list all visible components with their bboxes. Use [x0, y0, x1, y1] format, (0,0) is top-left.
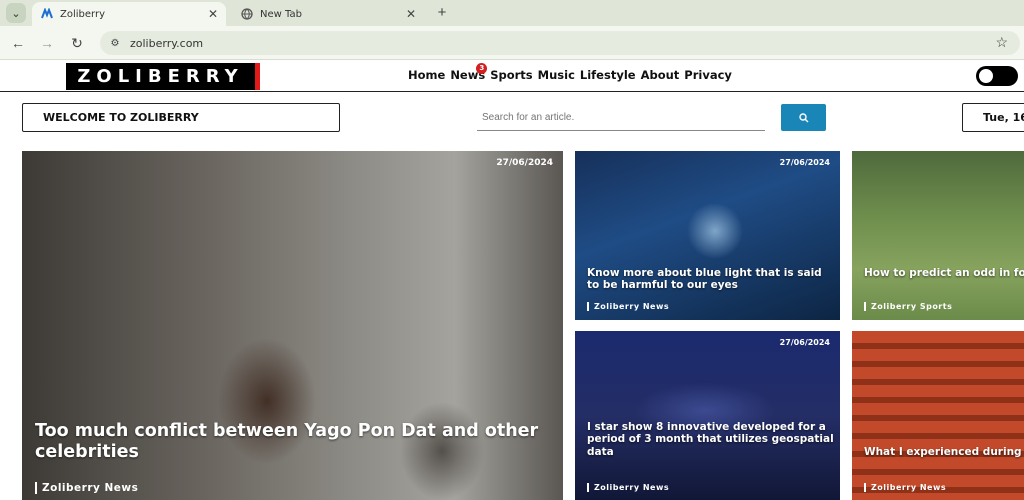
- notification-badge: 3: [476, 63, 488, 74]
- browser-toolbar: ← → ↻ ⚙ zoliberry.com ☆: [0, 26, 1024, 60]
- article-category[interactable]: Zoliberry News: [587, 302, 669, 311]
- article-category[interactable]: Zoliberry News: [587, 483, 669, 492]
- nav-music[interactable]: Music: [538, 68, 575, 82]
- close-icon[interactable]: ✕: [204, 7, 222, 21]
- url-text: zoliberry.com: [130, 36, 204, 50]
- tab-search-menu-button[interactable]: ⌄: [6, 3, 26, 23]
- search-input[interactable]: [477, 105, 765, 131]
- hero-article-card[interactable]: 27/06/2024 Too much conflict between Yag…: [22, 151, 563, 500]
- article-category[interactable]: Zoliberry Sports: [864, 302, 952, 311]
- site-header: ZOLIBERRY Home News 3 Sports Music Lifes…: [0, 60, 1024, 92]
- nav-privacy[interactable]: Privacy: [684, 68, 732, 82]
- article-card-blue-light[interactable]: 27/06/2024 Know more about blue light th…: [575, 151, 840, 320]
- date-display: Tue, 16: [962, 103, 1024, 132]
- browser-tab-zoliberry[interactable]: Zoliberry ✕: [32, 2, 226, 26]
- globe-icon: [240, 7, 254, 21]
- article-date: 27/06/2024: [779, 338, 830, 347]
- article-card-istar-show[interactable]: 27/06/2024 I star show 8 innovative deve…: [575, 331, 840, 500]
- search-button[interactable]: [781, 104, 826, 131]
- browser-tab-new-tab[interactable]: New Tab ✕: [232, 2, 424, 26]
- article-title[interactable]: How to predict an odd in football games: [864, 267, 1024, 279]
- article-title[interactable]: I star show 8 innovative developed for a…: [587, 421, 835, 458]
- nav-home[interactable]: Home: [408, 68, 445, 82]
- nav-news[interactable]: News 3: [450, 63, 488, 82]
- zoliberry-favicon-icon: [40, 7, 54, 21]
- article-category[interactable]: Zoliberry News: [35, 482, 138, 494]
- close-icon[interactable]: ✕: [402, 7, 420, 21]
- toggle-knob: [979, 69, 993, 83]
- search-icon: [798, 112, 808, 122]
- chevron-down-icon: ⌄: [11, 7, 21, 20]
- tab-label: New Tab: [260, 8, 302, 20]
- browser-tab-strip: ⌄ Zoliberry ✕ New Tab ✕ +: [0, 0, 1024, 26]
- article-title[interactable]: Too much conflict between Yago Pon Dat a…: [35, 421, 545, 462]
- address-bar[interactable]: ⚙ zoliberry.com ☆: [100, 31, 1020, 55]
- article-title[interactable]: Know more about blue light that is said …: [587, 267, 835, 292]
- reload-icon[interactable]: ↻: [68, 34, 86, 52]
- article-card-football[interactable]: How to predict an odd in football games …: [852, 151, 1024, 320]
- new-tab-plus-icon[interactable]: +: [432, 3, 452, 23]
- article-title[interactable]: What I experienced during opening of Ama…: [864, 446, 1024, 458]
- main-nav: Home News 3 Sports Music Lifestyle About…: [408, 63, 732, 82]
- site-logo[interactable]: ZOLIBERRY: [66, 63, 260, 90]
- welcome-banner: WELCOME TO ZOLIBERRY: [22, 103, 340, 132]
- nav-about[interactable]: About: [641, 68, 680, 82]
- site-info-icon[interactable]: ⚙: [108, 36, 122, 50]
- dark-mode-toggle[interactable]: [976, 66, 1018, 86]
- nav-sports[interactable]: Sports: [490, 68, 532, 82]
- bookmark-star-icon[interactable]: ☆: [995, 34, 1008, 51]
- article-date: 27/06/2024: [496, 158, 553, 168]
- forward-arrow-icon[interactable]: →: [38, 34, 56, 52]
- article-card-amahoro-stadium[interactable]: What I experienced during opening of Ama…: [852, 331, 1024, 500]
- tab-label: Zoliberry: [60, 8, 105, 20]
- article-category[interactable]: Zoliberry News: [864, 483, 946, 492]
- nav-lifestyle[interactable]: Lifestyle: [580, 68, 636, 82]
- back-arrow-icon[interactable]: ←: [9, 34, 27, 52]
- article-date: 27/06/2024: [779, 158, 830, 167]
